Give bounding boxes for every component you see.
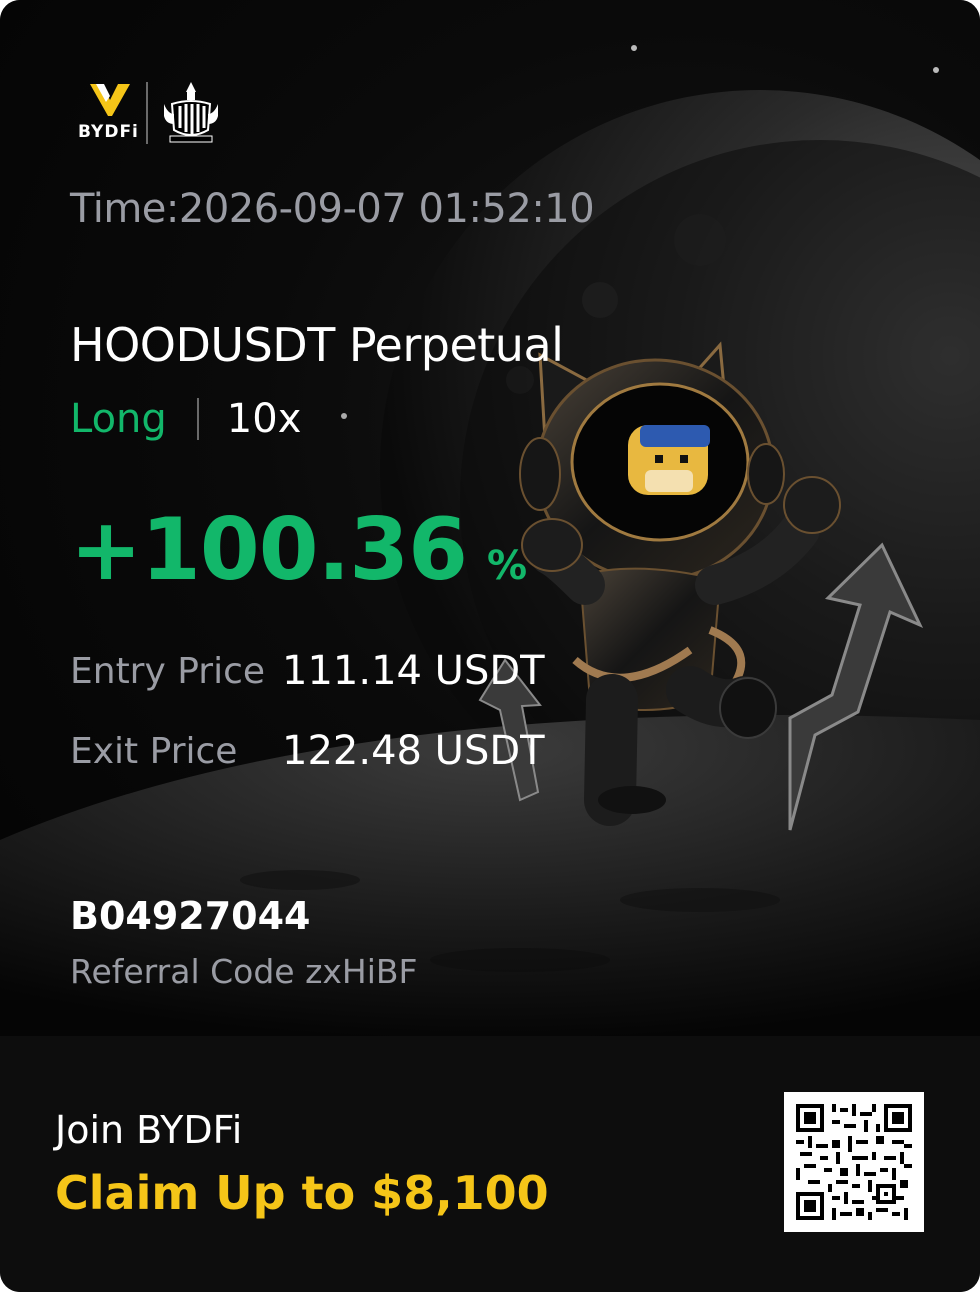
promo-footer: Join BYDFi Claim Up to $8,100 xyxy=(0,1036,980,1292)
trade-time: Time:2026-09-07 01:52:10 xyxy=(70,186,595,232)
position-divider xyxy=(196,398,199,440)
pnl-value: +100.36 xyxy=(70,500,468,600)
leverage: 10x xyxy=(226,396,302,442)
exit-price-value: 122.48 USDT xyxy=(282,728,545,774)
bydfi-wordmark: BYDFi xyxy=(78,122,139,142)
trading-pair: HOODUSDT Perpetual xyxy=(70,318,564,372)
user-id: B04927044 xyxy=(70,894,311,938)
brand-logos: BYDFi xyxy=(72,78,222,148)
entry-price-value: 111.14 USDT xyxy=(282,648,545,694)
referral-code: Referral Code zxHiBF xyxy=(70,952,418,991)
entry-price-label: Entry Price xyxy=(70,650,266,692)
position-info: Long 10x xyxy=(70,394,301,444)
entry-price-row: Entry Price 111.14 USDT xyxy=(70,648,545,694)
pnl-unit: % xyxy=(486,543,528,589)
position-direction: Long xyxy=(70,396,167,442)
join-text: Join BYDFi xyxy=(55,1108,243,1152)
claim-offer: Claim Up to $8,100 xyxy=(55,1166,549,1220)
exit-price-row: Exit Price 122.48 USDT xyxy=(70,728,545,774)
club-crest-icon xyxy=(160,80,222,146)
logo-divider xyxy=(146,82,148,144)
pnl-percentage: +100.36 % xyxy=(70,500,527,600)
qr-code-icon[interactable] xyxy=(784,1092,924,1232)
exit-price-label: Exit Price xyxy=(70,730,238,772)
bydfi-logo-icon: BYDFi xyxy=(72,80,140,146)
share-card: BYDFi Time:2026-09-07 01:52:10 HOODUSDT … xyxy=(0,0,980,1292)
